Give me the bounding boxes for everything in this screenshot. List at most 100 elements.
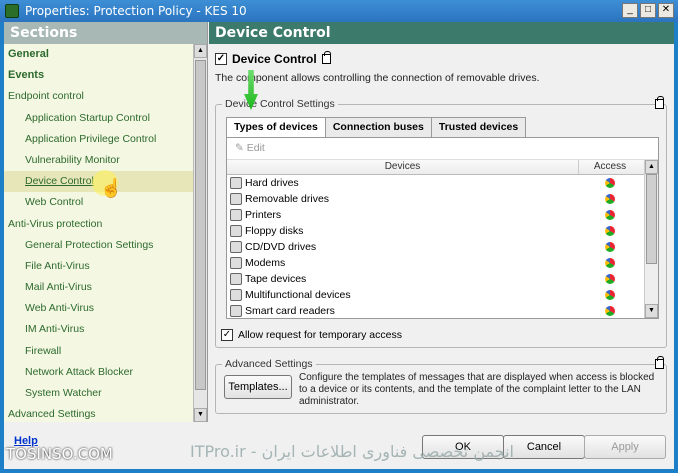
floppy-icon xyxy=(230,225,242,237)
device-control-checkbox[interactable]: ✓ xyxy=(215,53,227,65)
sidebar-scroll-thumb[interactable] xyxy=(195,60,206,390)
table-scroll-down-icon[interactable]: ▼ xyxy=(645,304,658,318)
settings-lock-icon[interactable] xyxy=(655,96,664,109)
device-name: Removable drives xyxy=(245,193,330,205)
access-cell[interactable] xyxy=(579,306,641,316)
window-title: Properties: Protection Policy - KES 10 xyxy=(25,4,247,18)
sidebar-item-network-attack-blocker[interactable]: Network Attack Blocker xyxy=(4,362,207,383)
advanced-description: Configure the templates of messages that… xyxy=(299,372,655,407)
sidebar-item-anti-virus-protection[interactable]: Anti-Virus protection xyxy=(4,214,207,235)
sidebar-item-events[interactable]: Events xyxy=(4,65,207,86)
access-cell[interactable] xyxy=(579,258,641,268)
devices-table-header: Devices Access xyxy=(227,160,658,175)
sidebar-item-system-watcher[interactable]: System Watcher xyxy=(4,383,207,404)
minimize-button[interactable]: _ xyxy=(622,3,638,18)
table-row[interactable]: Smart card readers xyxy=(227,303,658,317)
watermark-right: ITPro.ir - انجمن تخصصی فناوری اطلاعات ای… xyxy=(190,442,514,461)
close-button[interactable]: ✕ xyxy=(658,3,674,18)
scroll-down-icon[interactable]: ▼ xyxy=(194,408,207,422)
sidebar-item-vulnerability-monitor[interactable]: Vulnerability Monitor xyxy=(4,150,207,171)
sidebar-item-label: Network Attack Blocker xyxy=(25,365,133,378)
column-devices[interactable]: Devices xyxy=(227,160,579,174)
device-name: Hard drives xyxy=(245,177,299,189)
device-tabs: Types of devices Connection buses Truste… xyxy=(226,117,527,138)
table-row[interactable]: Floppy disks xyxy=(227,223,658,239)
device-name-cell: Multifunctional devices xyxy=(227,289,579,301)
access-status-icon xyxy=(605,242,615,252)
tab-connection-buses[interactable]: Connection buses xyxy=(324,117,432,137)
device-control-enable[interactable]: ✓ Device Control xyxy=(215,51,331,66)
table-row[interactable]: Modems xyxy=(227,255,658,271)
maximize-button[interactable]: □ xyxy=(640,3,656,18)
table-scroll-up-icon[interactable]: ▲ xyxy=(645,160,658,174)
devices-scroll-thumb[interactable] xyxy=(646,174,657,264)
access-status-icon xyxy=(605,178,615,188)
sidebar-item-web-anti-virus[interactable]: Web Anti-Virus xyxy=(4,298,207,319)
pencil-icon: ✎ xyxy=(235,142,244,154)
hard-drive-icon xyxy=(230,177,242,189)
access-cell[interactable] xyxy=(579,274,641,284)
sidebar-item-application-privilege-control[interactable]: Application Privilege Control xyxy=(4,129,207,150)
allow-temp-access[interactable]: ✓ Allow request for temporary access xyxy=(221,329,402,341)
title-bar: Properties: Protection Policy - KES 10 _… xyxy=(0,0,678,22)
tab-trusted-devices[interactable]: Trusted devices xyxy=(430,117,527,137)
device-name-cell: Removable drives xyxy=(227,193,579,205)
access-status-icon xyxy=(605,194,615,204)
sidebar-item-label: Device Control xyxy=(25,175,94,188)
templates-button[interactable]: Templates... xyxy=(224,375,292,399)
sidebar-item-label: Web Anti-Virus xyxy=(25,302,95,315)
sidebar-item-file-anti-virus[interactable]: File Anti-Virus xyxy=(4,256,207,277)
sidebar-item-general-protection-settings[interactable]: General Protection Settings xyxy=(4,235,207,256)
table-row[interactable]: Printers xyxy=(227,207,658,223)
sidebar-item-mail-anti-virus[interactable]: Mail Anti-Virus xyxy=(4,277,207,298)
device-name: Smart card readers xyxy=(245,305,335,317)
sidebar-item-endpoint-control[interactable]: Endpoint control xyxy=(4,86,207,107)
sections-list: General Events Endpoint control Application… xyxy=(4,44,207,422)
access-cell[interactable] xyxy=(579,226,641,236)
sidebar-item-advanced-settings[interactable]: Advanced Settings xyxy=(4,404,207,422)
sidebar-item-application-startup-control[interactable]: Application Startup Control xyxy=(4,108,207,129)
allow-temp-access-checkbox[interactable]: ✓ xyxy=(221,329,233,341)
access-cell[interactable] xyxy=(579,290,641,300)
apply-button[interactable]: Apply xyxy=(584,435,666,459)
device-name-cell: Floppy disks xyxy=(227,225,579,237)
device-name: Tape devices xyxy=(245,273,307,285)
device-name-cell: Modems xyxy=(227,257,579,269)
table-row[interactable]: CD/DVD drives xyxy=(227,239,658,255)
allow-temp-access-label: Allow request for temporary access xyxy=(238,329,402,341)
sidebar-item-label: Events xyxy=(8,69,45,82)
device-name-cell: Hard drives xyxy=(227,177,579,189)
table-row[interactable]: Hard drives xyxy=(227,175,658,191)
devices-toolbar: ✎ Edit xyxy=(227,138,658,160)
table-row[interactable]: Tape devices xyxy=(227,271,658,287)
access-status-icon xyxy=(605,306,615,316)
table-row[interactable]: Multifunctional devices xyxy=(227,287,658,303)
sidebar-item-firewall[interactable]: Firewall xyxy=(4,341,207,362)
access-cell[interactable] xyxy=(579,242,641,252)
sidebar-item-general[interactable]: General xyxy=(4,44,207,65)
main-panel: Device Control ✓ Device Control The comp… xyxy=(209,22,674,422)
table-row[interactable]: Removable drives xyxy=(227,191,658,207)
tab-types-of-devices[interactable]: Types of devices xyxy=(226,117,326,138)
sidebar-item-label: System Watcher xyxy=(25,387,102,399)
sidebar-item-label: Mail Anti-Virus xyxy=(25,281,92,294)
cancel-button[interactable]: Cancel xyxy=(503,435,585,459)
edit-button[interactable]: Edit xyxy=(247,142,265,154)
devices-scrollbar[interactable]: ▲ ▼ xyxy=(644,160,658,318)
column-access[interactable]: Access xyxy=(579,160,641,174)
lock-icon[interactable] xyxy=(321,51,331,64)
access-cell[interactable] xyxy=(579,194,641,204)
sections-header: Sections xyxy=(4,22,207,44)
access-cell[interactable] xyxy=(579,210,641,220)
sidebar-item-label: File Anti-Virus xyxy=(25,259,90,272)
sidebar-item-im-anti-virus[interactable]: IM Anti-Virus xyxy=(4,319,207,340)
sidebar-item-label: Application Startup Control xyxy=(25,111,150,124)
access-cell[interactable] xyxy=(579,178,641,188)
device-control-settings-group: Device Control Settings Types of devices… xyxy=(215,96,667,348)
advanced-lock-icon[interactable] xyxy=(655,356,664,369)
page-title: Device Control xyxy=(209,22,674,44)
sidebar-scrollbar[interactable]: ▲ ▼ xyxy=(193,44,207,422)
sidebar-item-label: General Protection Settings xyxy=(25,238,154,251)
scroll-up-icon[interactable]: ▲ xyxy=(194,44,207,58)
advanced-settings-group: Advanced Settings Templates... Configure… xyxy=(215,356,667,414)
